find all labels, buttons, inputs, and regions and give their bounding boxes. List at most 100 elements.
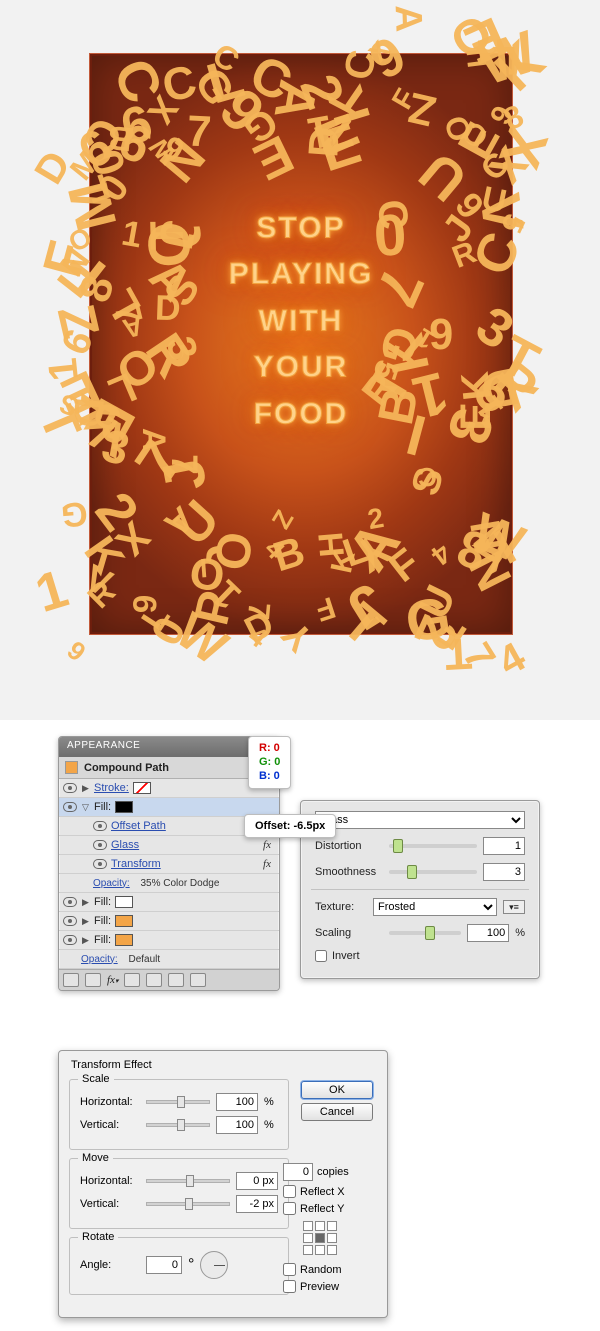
fx-icon: fx — [263, 839, 275, 851]
transform-options: copies Reflect X Reflect Y Random Previe… — [283, 1159, 373, 1297]
ok-button[interactable]: OK — [301, 1081, 373, 1099]
opacity-value: 35% Color Dodge — [140, 878, 219, 889]
target-swatch — [65, 761, 78, 774]
rgb-r: R: 0 — [259, 742, 280, 756]
appearance-footer: fx▾ — [59, 969, 279, 990]
object-opacity-row[interactable]: Opacity: Default — [59, 950, 279, 969]
rgb-g: G: 0 — [259, 756, 280, 770]
scaling-slider[interactable] — [389, 931, 461, 935]
artboard[interactable]: 8B0EL1R1XCR1ALDSFFUTSGNQKUF32ULHN21LMR91… — [90, 54, 512, 634]
text-line: FOOD — [229, 392, 374, 436]
disclosure-icon[interactable]: ▽ — [81, 802, 90, 813]
smoothness-label: Smoothness — [315, 866, 383, 878]
invert-row[interactable]: Invert — [315, 950, 525, 962]
transform-effect-dialog[interactable]: Transform Effect Scale Horizontal: % Ver… — [58, 1050, 388, 1318]
opacity-label[interactable]: Opacity: — [93, 878, 130, 889]
move-h-slider[interactable] — [146, 1179, 230, 1183]
angle-input[interactable] — [146, 1256, 182, 1274]
trash-icon[interactable] — [190, 973, 206, 987]
move-v-input[interactable] — [236, 1195, 278, 1213]
offset-path-link[interactable]: Offset Path — [111, 820, 166, 832]
transform-link[interactable]: Transform — [111, 858, 161, 870]
disclosure-icon[interactable]: ▶ — [81, 897, 90, 908]
stroke-fill-icon[interactable] — [85, 973, 101, 987]
copies-input[interactable] — [283, 1163, 313, 1181]
appearance-panel-header[interactable]: APPEARANCE — [59, 737, 279, 757]
distortion-input[interactable] — [483, 837, 525, 855]
reference-point-grid[interactable] — [303, 1221, 337, 1255]
fill-row-orange-1[interactable]: ▶ Fill: — [59, 912, 279, 931]
document-canvas[interactable]: 8B0EL1R1XCR1ALDSFFUTSGNQKUF32ULHN21LMR91… — [0, 0, 600, 720]
move-legend: Move — [78, 1152, 113, 1164]
fill-opacity-row[interactable]: Opacity: 35% Color Dodge — [59, 874, 279, 893]
distortion-slider[interactable] — [389, 844, 477, 848]
new-fill-icon[interactable] — [168, 973, 184, 987]
scale-v-label: Vertical: — [80, 1119, 140, 1131]
reflect-x-label: Reflect X — [300, 1186, 345, 1198]
texture-row: Texture: Frosted ▾≡ — [315, 898, 525, 916]
angle-label: Angle: — [80, 1259, 140, 1271]
smoothness-slider[interactable] — [389, 870, 477, 874]
fill-row-orange-2[interactable]: ▶ Fill: — [59, 931, 279, 950]
fx-icon: fx — [263, 858, 275, 870]
appearance-panel[interactable]: APPEARANCE Compound Path ▶ Stroke: ▽ Fil… — [58, 736, 280, 991]
smoothness-input[interactable] — [483, 863, 525, 881]
disclosure-icon[interactable]: ▶ — [81, 916, 90, 927]
invert-label: Invert — [332, 950, 360, 962]
move-v-slider[interactable] — [146, 1202, 230, 1206]
fill-row-white[interactable]: ▶ Fill: — [59, 893, 279, 912]
dialog-title: Transform Effect — [69, 1057, 377, 1079]
random-checkbox[interactable] — [283, 1263, 296, 1276]
scaling-label: Scaling — [315, 927, 383, 939]
disclosure-icon[interactable]: ▶ — [81, 935, 90, 946]
fill-swatch-orange[interactable] — [115, 915, 133, 927]
glass-preset-select[interactable]: Glass — [315, 811, 525, 829]
text-line: YOUR — [229, 346, 374, 390]
duplicate-icon[interactable] — [146, 973, 162, 987]
scale-v-input[interactable] — [216, 1116, 258, 1134]
fill-swatch-black[interactable] — [115, 801, 133, 813]
appearance-target-row[interactable]: Compound Path — [59, 757, 279, 779]
scaling-input[interactable] — [467, 924, 509, 942]
move-h-input[interactable] — [236, 1172, 278, 1190]
invert-checkbox[interactable] — [315, 950, 327, 962]
effect-transform[interactable]: Transform fx — [59, 855, 279, 874]
reflect-x-checkbox[interactable] — [283, 1185, 296, 1198]
scale-h-slider[interactable] — [146, 1100, 210, 1104]
new-art-icon[interactable] — [63, 973, 79, 987]
target-name: Compound Path — [84, 762, 169, 774]
glass-link[interactable]: Glass — [111, 839, 139, 851]
visibility-toggle[interactable] — [63, 800, 77, 814]
clear-appearance-icon[interactable] — [124, 973, 140, 987]
move-v-label: Vertical: — [80, 1198, 140, 1210]
effect-glass[interactable]: Glass fx — [59, 836, 279, 855]
smoothness-row: Smoothness — [315, 863, 525, 881]
disclosure-icon[interactable]: ▶ — [81, 783, 90, 794]
visibility-toggle[interactable] — [63, 914, 77, 928]
visibility-toggle[interactable] — [63, 895, 77, 909]
preview-label: Preview — [300, 1281, 339, 1293]
rgb-b: B: 0 — [259, 770, 280, 784]
stroke-swatch[interactable] — [133, 782, 151, 794]
stroke-row[interactable]: ▶ Stroke: — [59, 779, 279, 798]
scale-h-input[interactable] — [216, 1093, 258, 1111]
opacity-label[interactable]: Opacity: — [81, 954, 118, 965]
texture-select[interactable]: Frosted — [373, 898, 497, 916]
texture-flyout-icon[interactable]: ▾≡ — [503, 900, 525, 914]
fill-swatch-orange[interactable] — [115, 934, 133, 946]
visibility-toggle[interactable] — [93, 819, 107, 833]
visibility-toggle[interactable] — [93, 838, 107, 852]
preview-checkbox[interactable] — [283, 1280, 296, 1293]
angle-dial[interactable] — [200, 1251, 228, 1279]
cancel-button[interactable]: Cancel — [301, 1103, 373, 1121]
main-text[interactable]: STOP PLAYING WITH YOUR FOOD — [229, 203, 374, 439]
fill-swatch-white[interactable] — [115, 896, 133, 908]
stroke-label[interactable]: Stroke: — [94, 782, 129, 794]
text-line: PLAYING — [229, 253, 374, 297]
visibility-toggle[interactable] — [93, 857, 107, 871]
reflect-y-checkbox[interactable] — [283, 1202, 296, 1215]
visibility-toggle[interactable] — [63, 781, 77, 795]
visibility-toggle[interactable] — [63, 933, 77, 947]
scale-v-slider[interactable] — [146, 1123, 210, 1127]
fill-label: Fill: — [94, 934, 111, 946]
